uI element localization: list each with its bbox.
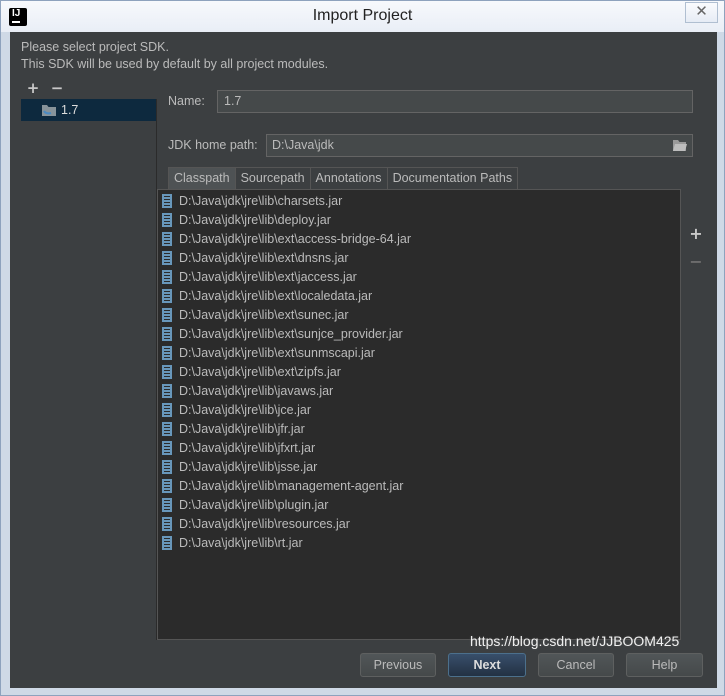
jar-icon: [162, 516, 172, 531]
remove-path-button[interactable]: −: [687, 253, 705, 271]
sdk-item-label: 1.7: [61, 103, 79, 117]
jar-icon: [162, 345, 172, 360]
classpath-row[interactable]: D:\Java\jdk\jre\lib\ext\dnsns.jar: [158, 248, 680, 267]
window-frame: Please select project SDK. This SDK will…: [0, 32, 725, 696]
classpath-row-label: D:\Java\jdk\jre\lib\management-agent.jar: [179, 478, 404, 493]
classpath-row[interactable]: D:\Java\jdk\jre\lib\deploy.jar: [158, 210, 680, 229]
classpath-row[interactable]: D:\Java\jdk\jre\lib\ext\zipfs.jar: [158, 362, 680, 381]
jar-icon: [162, 421, 172, 436]
close-button[interactable]: ✕: [685, 2, 718, 23]
remove-sdk-button[interactable]: −: [48, 80, 66, 96]
tab-annotations[interactable]: Annotations: [309, 167, 388, 189]
tab-sourcepath[interactable]: Sourcepath: [234, 167, 311, 189]
classpath-list: D:\Java\jdk\jre\lib\charsets.jar D:\Java\…: [157, 189, 681, 640]
classpath-row-label: D:\Java\jdk\jre\lib\ext\access-bridge-64…: [179, 231, 412, 246]
classpath-row-label: D:\Java\jdk\jre\lib\ext\zipfs.jar: [179, 364, 341, 379]
classpath-row-label: D:\Java\jdk\jre\lib\ext\sunec.jar: [179, 307, 349, 322]
classpath-row-label: D:\Java\jdk\jre\lib\ext\localedata.jar: [179, 288, 373, 303]
classpath-row[interactable]: D:\Java\jdk\jre\lib\ext\access-bridge-64…: [158, 229, 680, 248]
classpath-toolbar: + −: [682, 189, 717, 640]
classpath-row[interactable]: D:\Java\jdk\jre\lib\javaws.jar: [158, 381, 680, 400]
add-sdk-button[interactable]: +: [24, 80, 42, 96]
classpath-row[interactable]: D:\Java\jdk\jre\lib\jfxrt.jar: [158, 438, 680, 457]
help-button[interactable]: Help: [626, 653, 703, 677]
classpath-row[interactable]: D:\Java\jdk\jre\lib\ext\sunec.jar: [158, 305, 680, 324]
jar-icon: [162, 307, 172, 322]
classpath-row-label: D:\Java\jdk\jre\lib\ext\dnsns.jar: [179, 250, 349, 265]
browse-folder-icon[interactable]: [672, 138, 688, 153]
jar-icon: [162, 402, 172, 417]
classpath-row-label: D:\Java\jdk\jre\lib\charsets.jar: [179, 193, 343, 208]
classpath-row[interactable]: D:\Java\jdk\jre\lib\plugin.jar: [158, 495, 680, 514]
jar-icon: [162, 231, 172, 246]
sdk-list: 1.7: [21, 99, 157, 640]
classpath-row-label: D:\Java\jdk\jre\lib\deploy.jar: [179, 212, 331, 227]
intro-line-1: Please select project SDK.: [21, 40, 169, 54]
classpath-row-label: D:\Java\jdk\jre\lib\jfxrt.jar: [179, 440, 316, 455]
jar-icon: [162, 383, 172, 398]
jar-icon: [162, 364, 172, 379]
classpath-row-label: D:\Java\jdk\jre\lib\ext\sunjce_provider.…: [179, 326, 403, 341]
classpath-row[interactable]: D:\Java\jdk\jre\lib\ext\jaccess.jar: [158, 267, 680, 286]
jar-icon: [162, 212, 172, 227]
classpath-row[interactable]: D:\Java\jdk\jre\lib\jsse.jar: [158, 457, 680, 476]
jar-icon: [162, 288, 172, 303]
classpath-row[interactable]: D:\Java\jdk\jre\lib\charsets.jar: [158, 191, 680, 210]
classpath-row[interactable]: D:\Java\jdk\jre\lib\jce.jar: [158, 400, 680, 419]
classpath-row[interactable]: D:\Java\jdk\jre\lib\ext\localedata.jar: [158, 286, 680, 305]
classpath-row[interactable]: D:\Java\jdk\jre\lib\ext\sunmscapi.jar: [158, 343, 680, 362]
jdk-home-path-field[interactable]: D:\Java\jdk: [266, 134, 693, 157]
add-path-button[interactable]: +: [687, 225, 705, 243]
intro-text: Please select project SDK. This SDK will…: [21, 39, 328, 73]
cancel-button[interactable]: Cancel: [538, 653, 614, 677]
classpath-row-label: D:\Java\jdk\jre\lib\resources.jar: [179, 516, 350, 531]
name-input[interactable]: 1.7: [217, 90, 693, 113]
classpath-row-label: D:\Java\jdk\jre\lib\jfr.jar: [179, 421, 305, 436]
classpath-row[interactable]: D:\Java\jdk\jre\lib\resources.jar: [158, 514, 680, 533]
classpath-row-label: D:\Java\jdk\jre\lib\ext\jaccess.jar: [179, 269, 357, 284]
import-project-dialog: Please select project SDK. This SDK will…: [10, 32, 717, 688]
jar-icon: [162, 497, 172, 512]
jdk-home-path-value: D:\Java\jdk: [272, 138, 334, 152]
jar-icon: [162, 250, 172, 265]
jar-icon: [162, 269, 172, 284]
jdk-home-path-label: JDK home path:: [168, 138, 258, 152]
sdk-toolbar: + −: [24, 80, 72, 96]
watermark-text: https://blog.csdn.net/JJBOOM425: [470, 633, 680, 649]
jar-icon: [162, 440, 172, 455]
paths-tab-bar: Classpath Sourcepath Annotations Documen…: [168, 167, 519, 189]
next-button[interactable]: Next: [448, 653, 526, 677]
classpath-row-label: D:\Java\jdk\jre\lib\javaws.jar: [179, 383, 334, 398]
jar-icon: [162, 478, 172, 493]
title-bar: IJ Import Project ✕: [0, 0, 725, 32]
classpath-row[interactable]: D:\Java\jdk\jre\lib\jfr.jar: [158, 419, 680, 438]
classpath-row[interactable]: D:\Java\jdk\jre\lib\management-agent.jar: [158, 476, 680, 495]
previous-button[interactable]: Previous: [360, 653, 436, 677]
classpath-row-label: D:\Java\jdk\jre\lib\rt.jar: [179, 535, 303, 550]
window-title: Import Project: [312, 7, 413, 24]
classpath-row-label: D:\Java\jdk\jre\lib\jce.jar: [179, 402, 311, 417]
jar-icon: [162, 193, 172, 208]
classpath-row-label: D:\Java\jdk\jre\lib\plugin.jar: [179, 497, 329, 512]
intro-line-2: This SDK will be used by default by all …: [21, 57, 329, 71]
tab-classpath[interactable]: Classpath: [168, 167, 236, 189]
jar-icon: [162, 326, 172, 341]
jar-icon: [162, 535, 172, 550]
name-label: Name:: [168, 94, 205, 108]
classpath-row-label: D:\Java\jdk\jre\lib\jsse.jar: [179, 459, 318, 474]
jar-icon: [162, 459, 172, 474]
classpath-row[interactable]: D:\Java\jdk\jre\lib\rt.jar: [158, 533, 680, 552]
classpath-row[interactable]: D:\Java\jdk\jre\lib\ext\sunjce_provider.…: [158, 324, 680, 343]
tab-documentation-paths[interactable]: Documentation Paths: [386, 167, 519, 189]
classpath-row-label: D:\Java\jdk\jre\lib\ext\sunmscapi.jar: [179, 345, 375, 360]
folder-icon: [42, 105, 56, 116]
sdk-item-1-7[interactable]: 1.7: [21, 99, 156, 121]
